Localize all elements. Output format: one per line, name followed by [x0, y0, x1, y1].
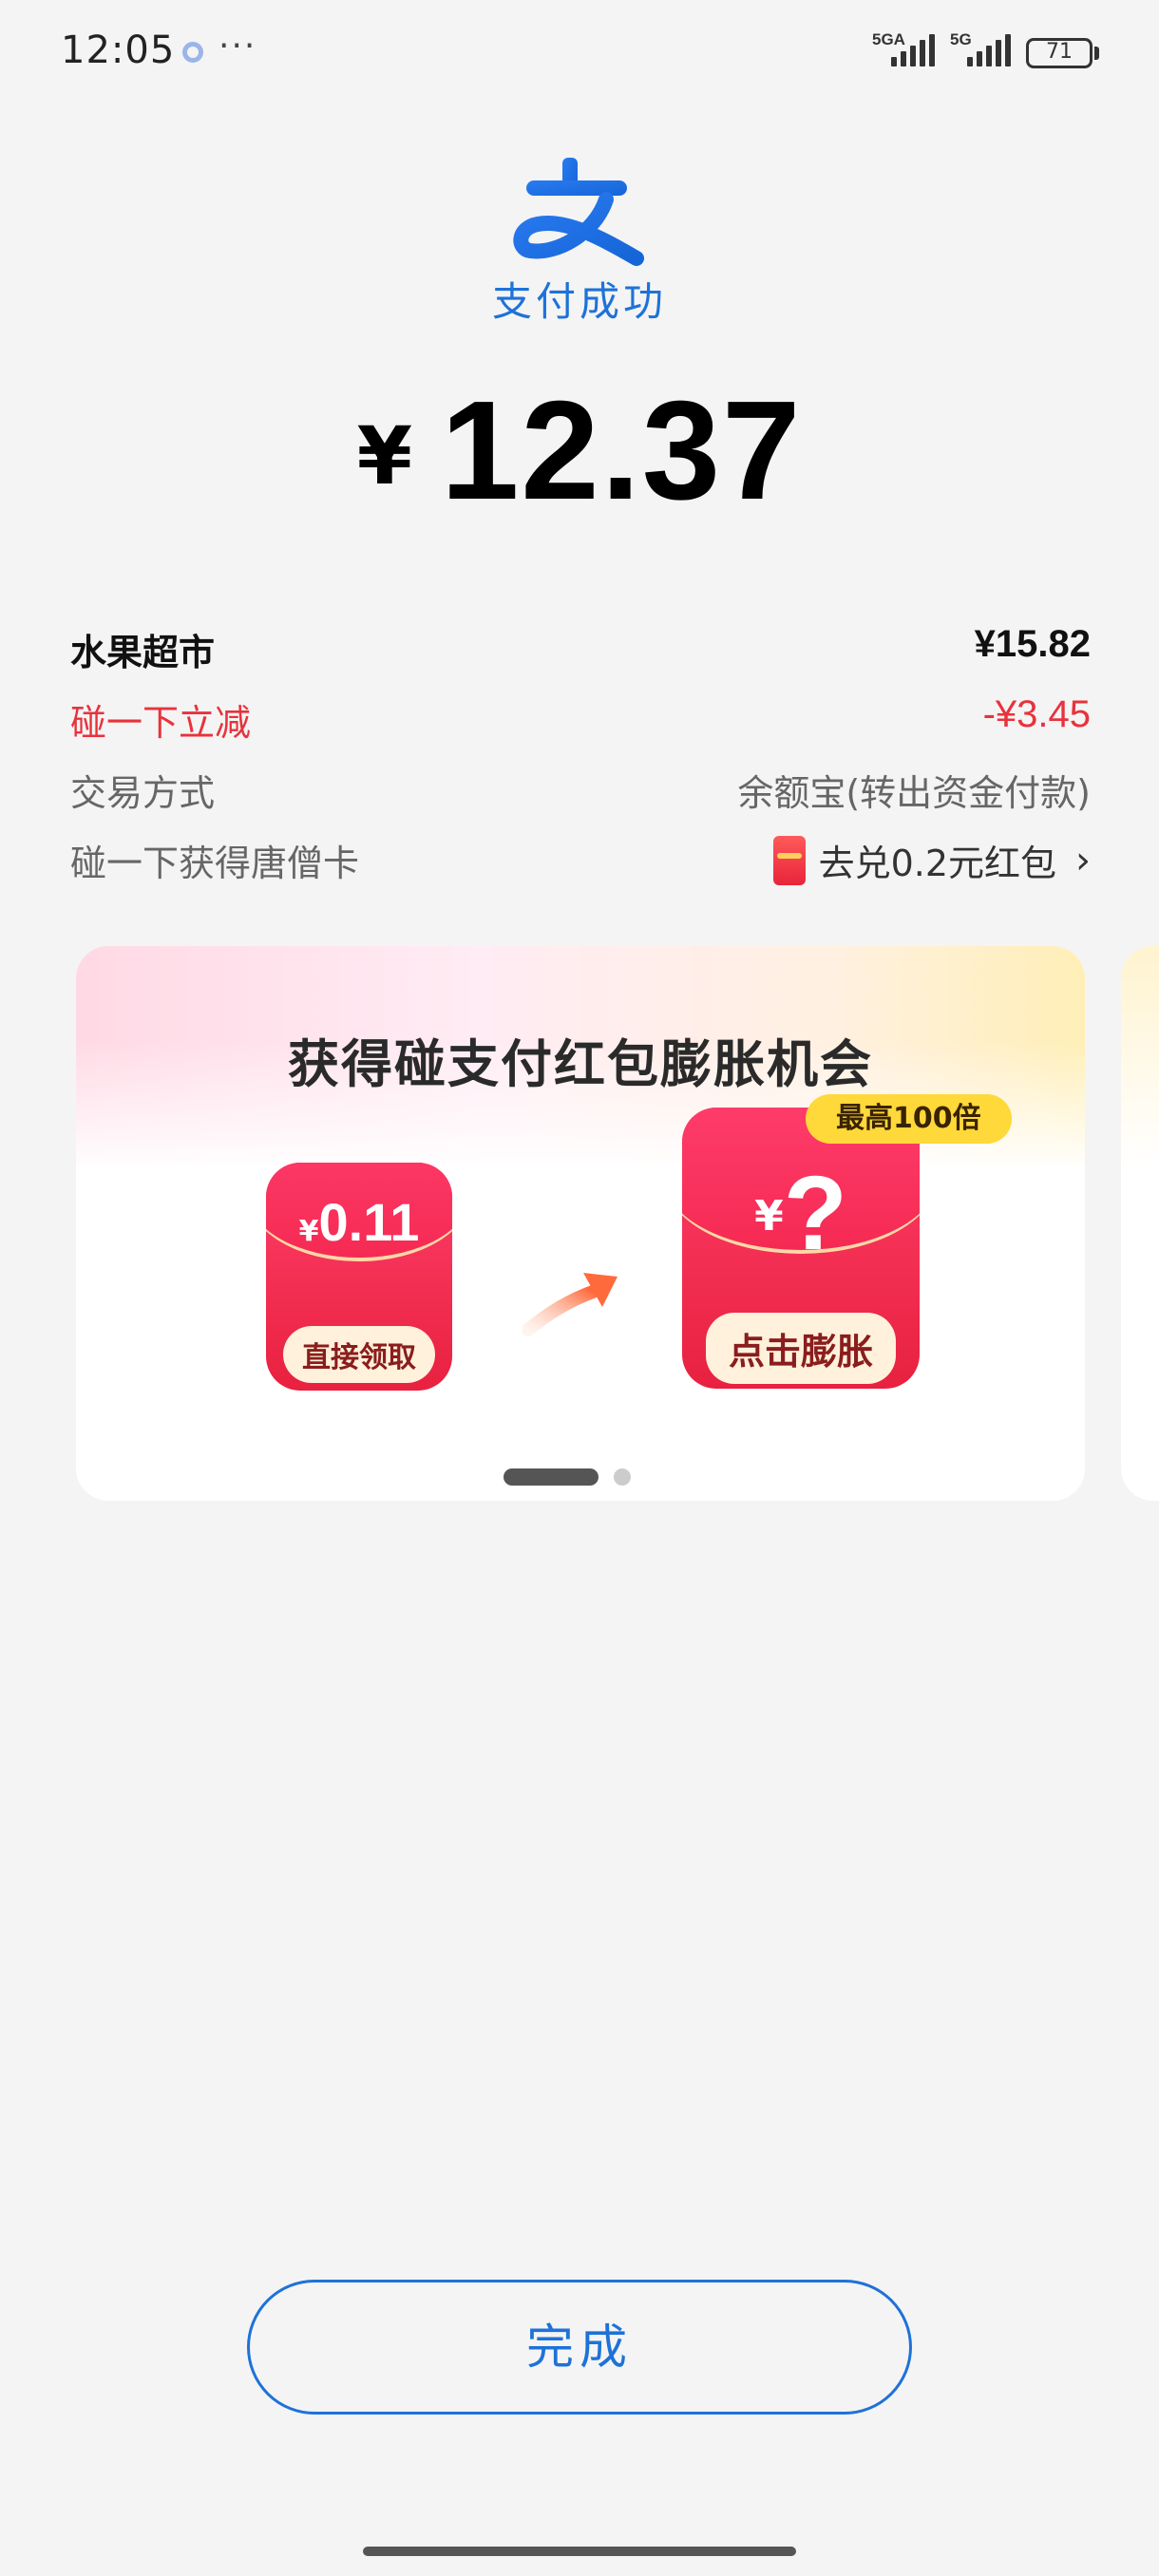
status-time: 12:05 — [61, 28, 176, 72]
carousel-dot[interactable] — [614, 1468, 631, 1486]
payment-success-title: 支付成功 — [491, 278, 667, 325]
discount-label: 碰一下立减 — [70, 702, 252, 744]
done-button[interactable]: 完成 — [247, 2280, 912, 2415]
max-multiplier-badge: 最高100倍 — [806, 1094, 1012, 1144]
card-reward-label: 碰一下获得唐僧卡 — [70, 843, 360, 884]
redeem-text: 去兑0.2元红包 — [818, 843, 1056, 884]
merchant-row: 水果超市 ¥15.82 — [70, 623, 1091, 680]
next-promo-card[interactable] — [1121, 946, 1159, 1501]
payment-method-row: 交易方式 余额宝(转出资金付款) — [70, 764, 1091, 821]
home-indicator[interactable] — [363, 2547, 796, 2556]
card-reward-row[interactable]: 碰一下获得唐僧卡 去兑0.2元红包 › — [70, 834, 1091, 891]
small-envelope-amount: 0.11 — [318, 1192, 420, 1252]
red-envelope-icon — [772, 835, 806, 885]
battery-level: 71 — [1046, 40, 1073, 64]
big-red-envelope[interactable]: ¥? 点击膨胀 — [682, 1108, 920, 1389]
original-price: ¥15.82 — [974, 623, 1091, 665]
payment-method-label: 交易方式 — [70, 772, 216, 814]
discount-row: 碰一下立减 -¥3.45 — [70, 693, 1091, 750]
payment-method-value: 余额宝(转出资金付款) — [737, 772, 1091, 814]
arrow-icon — [522, 1273, 618, 1336]
alipay-zhi-icon — [513, 158, 644, 266]
small-envelope-currency: ¥ — [298, 1215, 319, 1248]
battery-tip — [1094, 47, 1099, 60]
notification-dot-icon — [182, 42, 203, 63]
paid-amount: ¥12.37 — [0, 370, 1159, 532]
status-bar: 12:05 ··· 5GA 5G 71 — [0, 0, 1159, 104]
carousel-indicator — [504, 1468, 631, 1486]
claim-directly-button[interactable]: 直接领取 — [283, 1326, 435, 1383]
more-notifications-icon: ··· — [218, 27, 257, 66]
carousel-dot-active — [504, 1468, 598, 1486]
expand-button[interactable]: 点击膨胀 — [705, 1313, 897, 1384]
big-envelope-mystery: ? — [783, 1155, 847, 1272]
promo-title: 获得碰支付红包膨胀机会 — [288, 1034, 873, 1094]
big-envelope-currency: ¥ — [754, 1192, 784, 1241]
battery-icon: 71 — [1026, 38, 1092, 68]
signal-5g-icon: 5G — [950, 30, 1013, 70]
payment-success-page: 12:05 ··· 5GA 5G 71 支付成功 ¥ 12.37 水果超市 ¥1… — [0, 0, 1159, 2576]
redeem-red-packet-link[interactable]: 去兑0.2元红包 › — [772, 834, 1091, 886]
signal-5ga-icon: 5GA — [872, 30, 935, 70]
promo-card[interactable]: 获得碰支付红包膨胀机会 — [76, 946, 1085, 1501]
merchant-name: 水果超市 — [70, 632, 216, 673]
amount-value: 12.37 — [441, 372, 803, 529]
currency-symbol: ¥ — [356, 409, 413, 502]
big-envelope-value: ¥? — [682, 1153, 920, 1274]
discount-value: -¥3.45 — [982, 693, 1091, 735]
small-envelope-value: ¥0.11 — [266, 1191, 452, 1253]
small-red-envelope[interactable]: ¥0.11 直接领取 — [266, 1163, 452, 1391]
chevron-right-icon: › — [1075, 838, 1091, 882]
